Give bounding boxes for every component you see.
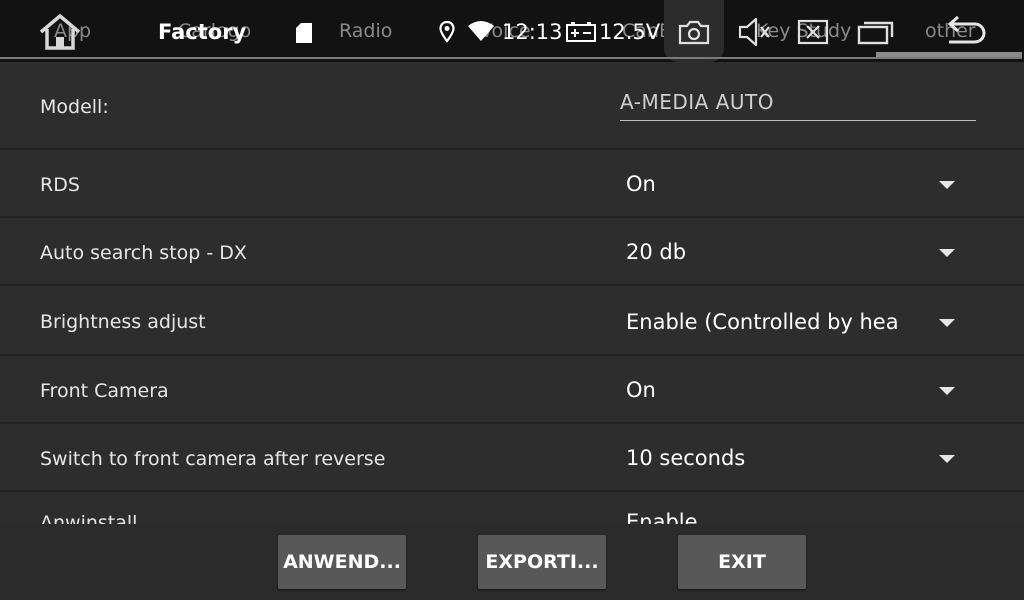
setting-label-rds: RDS (40, 174, 80, 196)
home-icon[interactable] (36, 12, 84, 52)
status-bar: App Carlogo Radio Voice CanBus Key Study… (0, 0, 1024, 62)
voltage: 12.5V (599, 20, 661, 44)
setting-label-front-camera: Front Camera (40, 380, 169, 402)
volume-mute-icon[interactable] (736, 16, 774, 48)
partial-select[interactable]: Enable (626, 510, 902, 524)
setting-row-switch-front-camera[interactable]: Switch to front camera after reverse 10 … (0, 424, 1024, 492)
battery-icon (565, 21, 597, 43)
setting-row-rds[interactable]: RDS On (0, 150, 1024, 218)
chevron-down-icon[interactable] (939, 387, 955, 395)
page-title: Factory (158, 20, 247, 44)
setting-row-front-camera[interactable]: Front Camera On (0, 356, 1024, 424)
camera-icon[interactable] (677, 18, 711, 46)
rds-select[interactable]: On (626, 172, 902, 196)
front-camera-select[interactable]: On (626, 378, 902, 402)
brightness-select[interactable]: Enable (Controlled by hea (626, 310, 902, 334)
model-field[interactable]: A-MEDIA AUTO (620, 90, 976, 121)
windows-icon[interactable] (855, 17, 895, 47)
setting-row-auto-search-stop[interactable]: Auto search stop - DX 20 db (0, 218, 1024, 286)
location-pin-icon (436, 20, 458, 44)
setting-label-brightness: Brightness adjust (40, 311, 206, 333)
close-box-icon[interactable] (796, 17, 830, 47)
chevron-down-icon[interactable] (939, 181, 955, 189)
settings-list[interactable]: Modell: A-MEDIA AUTO RDS On Auto search … (0, 62, 1024, 524)
setting-row-brightness[interactable]: Brightness adjust Enable (Controlled by … (0, 286, 1024, 356)
clock: 12:13 (502, 20, 563, 44)
ghost-tab-radio: Radio (339, 20, 393, 42)
auto-search-stop-select[interactable]: 20 db (626, 240, 902, 264)
exit-button[interactable]: EXIT (678, 535, 806, 589)
setting-label-model: Modell: (40, 96, 109, 118)
setting-row-partial[interactable]: Anwinstall... Enable (0, 492, 1024, 524)
setting-label-switch-front-camera: Switch to front camera after reverse (40, 448, 386, 470)
setting-row-model: Modell: A-MEDIA AUTO (0, 62, 1024, 150)
export-button[interactable]: EXPORTI... (478, 535, 606, 589)
wifi-icon (468, 21, 494, 41)
setting-label-partial: Anwinstall... (40, 512, 156, 524)
setting-label-auto-search-stop: Auto search stop - DX (40, 242, 247, 264)
switch-front-camera-select[interactable]: 10 seconds (626, 446, 902, 470)
chevron-down-icon[interactable] (939, 319, 955, 327)
back-icon[interactable] (938, 14, 988, 48)
chevron-down-icon[interactable] (939, 249, 955, 257)
apply-button[interactable]: ANWEND... (278, 535, 406, 589)
action-bar: ANWEND... EXPORTI... EXIT (0, 524, 1024, 600)
status-divider (0, 57, 1022, 59)
sd-card-icon (294, 22, 314, 44)
chevron-down-icon[interactable] (939, 455, 955, 463)
